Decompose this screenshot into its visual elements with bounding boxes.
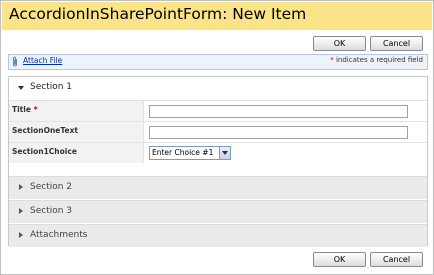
section1-choice-value: Enter Choice #1 [152, 148, 214, 157]
section-2-label: Section 2 [30, 182, 73, 192]
title-label-cell: Title * [9, 101, 144, 121]
section1-choice-select[interactable]: Enter Choice #1 [149, 146, 231, 160]
ok-button-top[interactable]: OK [313, 36, 366, 51]
section-1-label: Section 1 [30, 82, 73, 92]
form-toolbar: Attach File * indicates a required field [8, 54, 428, 70]
chevron-right-icon [19, 208, 23, 214]
title-label: Title [12, 105, 31, 114]
cancel-button-bottom[interactable]: Cancel [370, 252, 423, 267]
section-one-text-row: SectionOneText [9, 122, 427, 143]
attach-file-link[interactable]: Attach File [23, 56, 62, 65]
section1-choice-label: Section1Choice [12, 147, 77, 156]
cancel-button-top[interactable]: Cancel [370, 36, 423, 51]
title-row: Title * [9, 101, 427, 122]
paperclip-icon [13, 56, 17, 67]
attachments-header[interactable]: Attachments [9, 224, 427, 247]
section-one-text-label-cell: SectionOneText [9, 122, 144, 142]
section-one-text-label: SectionOneText [12, 126, 79, 135]
attachments-label: Attachments [30, 230, 88, 240]
required-note-text: indicates a required field [335, 56, 423, 64]
section-2-header[interactable]: Section 2 [9, 176, 427, 199]
title-required-star: * [33, 105, 38, 114]
accordion-form: Section 1 Title * SectionOneText Section… [8, 76, 428, 247]
dropdown-arrow-icon[interactable] [219, 147, 230, 159]
chevron-right-icon [19, 232, 23, 238]
chevron-down-icon [18, 86, 24, 90]
section-3-label: Section 3 [30, 206, 73, 216]
section1-choice-row: Section1Choice Enter Choice #1 [9, 143, 427, 163]
title-bar: AccordionInSharePointForm: New Item [2, 2, 432, 30]
required-field-note: * indicates a required field [330, 56, 423, 64]
title-input[interactable] [149, 105, 408, 118]
page-title: AccordionInSharePointForm: New Item [9, 5, 307, 23]
section-one-text-input[interactable] [149, 126, 408, 139]
required-star: * [330, 56, 334, 64]
section-1-header[interactable]: Section 1 [9, 77, 427, 101]
form-window: AccordionInSharePointForm: New Item OK C… [0, 0, 434, 275]
section-3-header[interactable]: Section 3 [9, 200, 427, 223]
ok-button-bottom[interactable]: OK [313, 252, 366, 267]
chevron-right-icon [19, 184, 23, 190]
section1-choice-label-cell: Section1Choice [9, 143, 144, 163]
